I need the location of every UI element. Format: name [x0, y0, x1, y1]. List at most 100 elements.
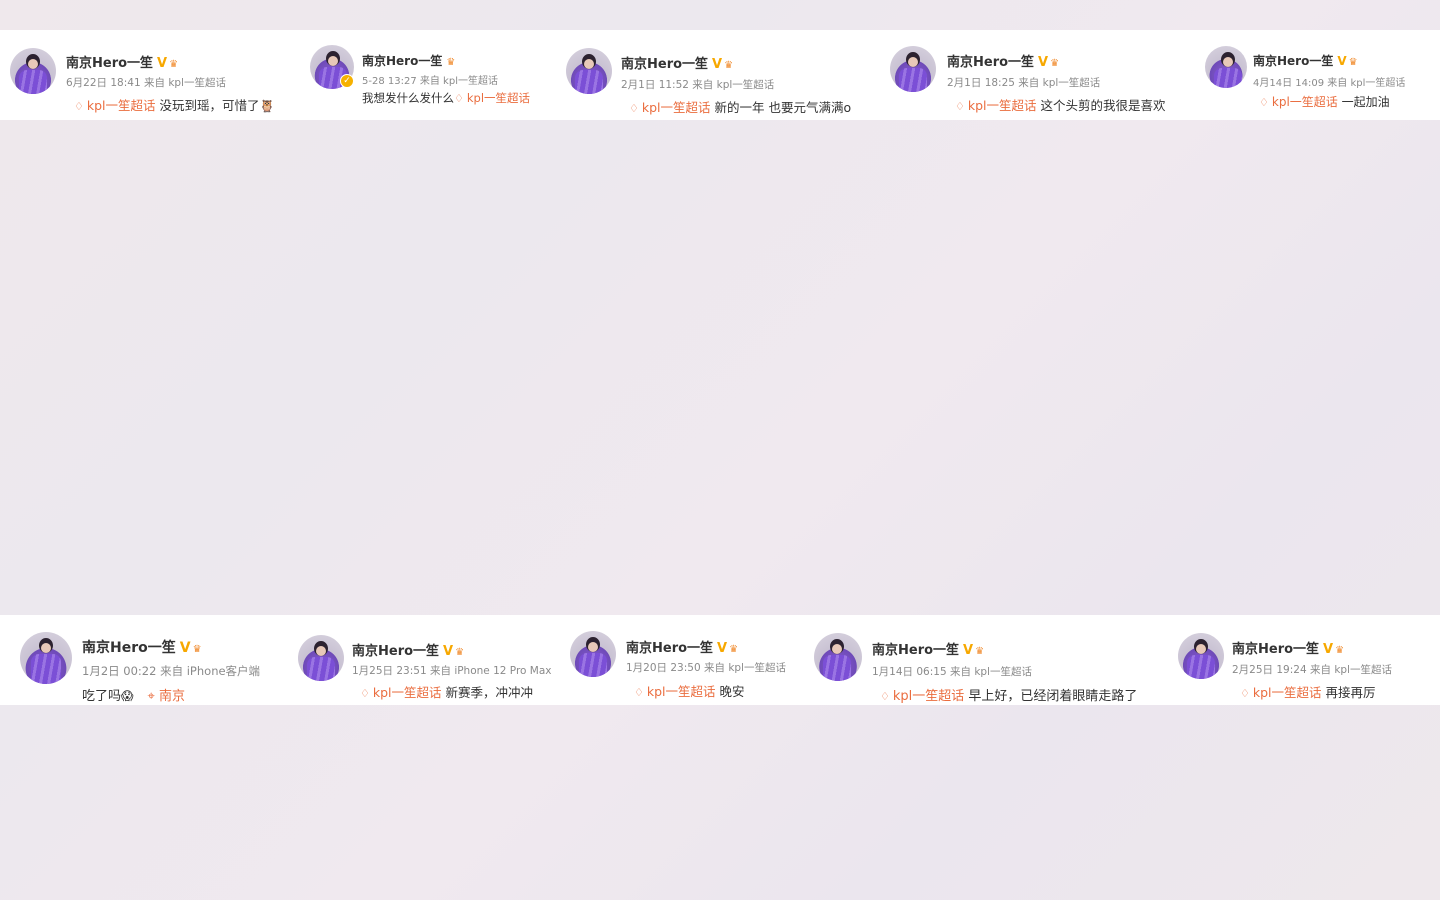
post-card[interactable]: 南京Hero一笙 V ♛ 2月25日 19:24 来自 kpl一笙超话 ♢ kpl一笙… [1175, 615, 1440, 705]
crown-icon: ♛ [169, 59, 179, 70]
post-card[interactable]: 南京Hero一笙 V ♛ 2月1日 11:52 来自 kpl一笙超话 ♢ kpl一笙超… [560, 30, 880, 120]
user-name-text: 南京Hero一笙 [362, 54, 443, 68]
topic-link[interactable]: kpl一笙超话 [87, 98, 156, 113]
location-link[interactable]: ⌖ 南京 [148, 689, 185, 704]
user-name-text: 南京Hero一笙 [621, 57, 709, 72]
post-card[interactable]: 南京Hero一笙 V ♛ 6月22日 18:41 来自 kpl一笙超话 ♢ kpl一笙… [0, 30, 295, 120]
avatar[interactable] [570, 631, 616, 677]
topic-link[interactable]: kpl一笙超话 [968, 98, 1037, 113]
user-name-text: 南京Hero一笙 [947, 55, 1035, 70]
user-name[interactable]: 南京Hero一笙 ♛ [362, 52, 455, 69]
post-meta: 2月25日 19:24 来自 kpl一笙超话 [1232, 664, 1392, 676]
user-name[interactable]: 南京Hero一笙 V ♛ [82, 637, 202, 657]
crown-icon: ♛ [1348, 57, 1358, 68]
post-body: 吃了吗 [82, 689, 122, 704]
avatar[interactable] [890, 46, 936, 92]
post-card[interactable]: 南京Hero一笙 V ♛ 4月14日 14:09 来自 kpl一笙超话 ♢ kpl一笙… [1200, 30, 1440, 120]
user-name-text: 南京Hero一笙 [82, 640, 176, 656]
topic-link[interactable]: kpl一笙超话 [642, 100, 711, 115]
post-text: ♢ kpl一笙超话 再接再厉 [1240, 682, 1376, 701]
diamond-icon: ♢ [880, 690, 890, 703]
post-meta: 1月20日 23:50 来自 kpl一笙超话 [626, 662, 786, 674]
post-text: ♢ kpl一笙超话 早上好，已经闭着眼睛走路了 [880, 685, 1137, 704]
verified-icon: ✓ [340, 74, 354, 88]
user-name[interactable]: 南京Hero一笙 V ♛ [1253, 52, 1358, 69]
crown-icon: ♛ [1335, 645, 1345, 656]
location-text: 南京 [159, 689, 186, 704]
user-name[interactable]: 南京Hero一笙 V ♛ [352, 640, 464, 659]
avatar[interactable] [10, 48, 56, 94]
user-name-text: 南京Hero一笙 [66, 56, 154, 71]
post-body: 新的一年 也要元气满满o [714, 100, 852, 115]
vip-badge: V [179, 640, 191, 656]
emoji: 🦉 [259, 99, 275, 113]
post-body: 这个头剪的我很是喜欢 [1040, 98, 1166, 113]
topic-link[interactable]: kpl一笙超话 [467, 91, 530, 105]
avatar[interactable] [1178, 633, 1224, 679]
post-card[interactable]: 南京Hero一笙 V ♛ 1月25日 23:51 来自 iPhone 12 Pro … [295, 615, 560, 705]
diamond-icon: ♢ [1259, 96, 1269, 109]
topic-link[interactable]: kpl一笙超话 [1272, 95, 1338, 109]
crown-icon: ♛ [446, 57, 456, 68]
post-meta: 1月2日 00:22 来自 iPhone客户端 [82, 664, 261, 678]
avatar[interactable] [1205, 46, 1247, 88]
diamond-icon: ♢ [74, 100, 84, 113]
post-body: 晚安 [719, 684, 745, 699]
vip-badge: V [1038, 55, 1049, 70]
user-name-text: 南京Hero一笙 [352, 644, 440, 659]
post-meta: 5-28 13:27 来自 kpl一笙超话 [362, 76, 498, 87]
diamond-icon: ♢ [629, 102, 639, 115]
post-card[interactable]: 南京Hero一笙 V ♛ 1月2日 00:22 来自 iPhone客户端 吃了吗😱 ⌖… [0, 615, 290, 705]
user-name[interactable]: 南京Hero一笙 V ♛ [1232, 638, 1344, 657]
crown-icon: ♛ [455, 647, 465, 658]
bottom-post-strip: 南京Hero一笙 V ♛ 1月2日 00:22 来自 iPhone客户端 吃了吗😱 ⌖… [0, 615, 1440, 705]
crown-icon: ♛ [724, 60, 734, 71]
post-meta: 4月14日 14:09 来自 kpl一笙超话 [1253, 78, 1406, 89]
location-pin-icon: ⌖ [147, 689, 155, 704]
vip-badge: V [963, 643, 974, 658]
avatar[interactable] [20, 632, 72, 684]
topic-link[interactable]: kpl一笙超话 [647, 684, 716, 699]
vip-badge: V [717, 641, 728, 656]
user-name[interactable]: 南京Hero一笙 V ♛ [947, 51, 1059, 70]
diamond-icon: ♢ [955, 100, 965, 113]
vip-badge: V [712, 57, 723, 72]
user-name[interactable]: 南京Hero一笙 V ♛ [872, 639, 984, 658]
diamond-icon: ♢ [1240, 687, 1250, 700]
post-card[interactable]: 南京Hero一笙 V ♛ 2月1日 18:25 来自 kpl一笙超话 ♢ kpl一笙超… [885, 30, 1195, 120]
emoji: 😱 [121, 689, 134, 703]
post-text: ♢ kpl一笙超话 新的一年 也要元气满满o [629, 97, 851, 116]
crown-icon: ♛ [729, 644, 739, 655]
post-text: ♢ kpl一笙超话 这个头剪的我很是喜欢 [955, 95, 1166, 114]
post-body: 新赛季，冲冲冲 [445, 685, 534, 700]
post-card[interactable]: 南京Hero一笙 V ♛ 1月14日 06:15 来自 kpl一笙超话 ♢ kpl一笙… [810, 615, 1170, 705]
user-name-text: 南京Hero一笙 [872, 643, 960, 658]
user-name-text: 南京Hero一笙 [1232, 642, 1320, 657]
post-text: ♢ kpl一笙超话 没玩到瑶，可惜了🦉 [74, 95, 274, 114]
post-body: 早上好，已经闭着眼睛走路了 [968, 689, 1138, 704]
post-text: 我想发什么发什么♢ kpl一笙超话 [362, 90, 530, 106]
top-post-strip: 南京Hero一笙 V ♛ 6月22日 18:41 来自 kpl一笙超话 ♢ kpl一笙… [0, 30, 1440, 120]
crown-icon: ♛ [192, 644, 202, 655]
post-meta: 6月22日 18:41 来自 kpl一笙超话 [66, 77, 226, 89]
user-name-text: 南京Hero一笙 [626, 641, 714, 656]
crown-icon: ♛ [1050, 58, 1060, 69]
user-name[interactable]: 南京Hero一笙 V ♛ [66, 52, 178, 71]
post-card[interactable]: ✓ 南京Hero一笙 ♛ 5-28 13:27 来自 kpl一笙超话 我想发什么发… [300, 30, 555, 120]
diamond-icon: ♢ [634, 686, 644, 699]
avatar[interactable] [814, 633, 862, 681]
vip-badge: V [157, 56, 168, 71]
vip-badge: V [1323, 642, 1334, 657]
post-meta: 2月1日 18:25 来自 kpl一笙超话 [947, 77, 1101, 89]
post-text: ♢ kpl一笙超话 晚安 [634, 681, 745, 700]
topic-link[interactable]: kpl一笙超话 [373, 685, 442, 700]
topic-link[interactable]: kpl一笙超话 [1253, 685, 1322, 700]
user-name[interactable]: 南京Hero一笙 V ♛ [626, 637, 738, 656]
post-text: ♢ kpl一笙超话 新赛季，冲冲冲 [360, 682, 533, 701]
vip-badge: V [443, 644, 454, 659]
avatar[interactable] [566, 48, 612, 94]
topic-link[interactable]: kpl一笙超话 [893, 689, 964, 704]
post-card[interactable]: 南京Hero一笙 V ♛ 1月20日 23:50 来自 kpl一笙超话 ♢ kpl一笙… [565, 615, 805, 705]
user-name[interactable]: 南京Hero一笙 V ♛ [621, 53, 733, 72]
avatar[interactable] [298, 635, 344, 681]
